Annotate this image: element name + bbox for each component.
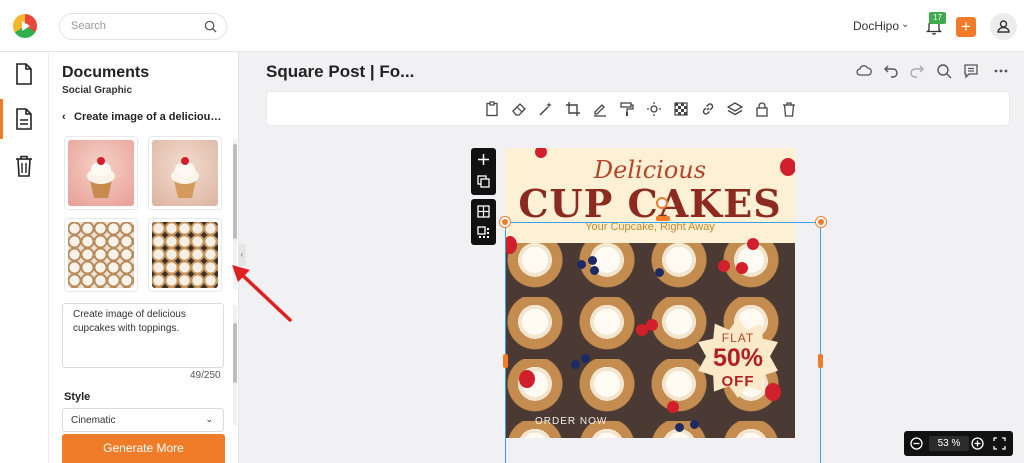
fullscreen-icon[interactable] xyxy=(993,437,1006,450)
transparency-icon[interactable] xyxy=(673,101,689,117)
cupcake-grid-image xyxy=(152,222,218,288)
lock-icon[interactable] xyxy=(754,101,770,117)
prompt-textarea[interactable]: Create image of delicious cupcakes with … xyxy=(62,303,224,368)
canvas-script-text[interactable]: Delicious xyxy=(505,156,795,184)
duplicate-page-icon[interactable] xyxy=(477,175,490,188)
style-select[interactable]: Cinematic ⌄ xyxy=(62,408,224,432)
zoom-in-icon[interactable] xyxy=(971,437,984,450)
cloud-save-icon[interactable] xyxy=(856,63,872,79)
chevron-down-icon: ⌄ xyxy=(205,414,213,424)
file-icon xyxy=(16,63,32,85)
edit-toolbar xyxy=(266,91,1010,126)
panel-title: Documents xyxy=(62,64,150,81)
redo-icon[interactable] xyxy=(909,63,925,79)
canvas-headline[interactable]: CUP CAKES xyxy=(505,181,795,226)
crop-icon[interactable] xyxy=(565,101,581,117)
avatar[interactable] xyxy=(990,13,1017,40)
rail-item-trash[interactable] xyxy=(0,146,49,186)
search-icon[interactable] xyxy=(936,63,952,79)
style-value: Cinematic xyxy=(71,415,116,426)
resize-handle-top-left[interactable] xyxy=(500,217,510,227)
add-page-icon[interactable] xyxy=(477,153,490,166)
resize-handle-right[interactable] xyxy=(818,354,823,368)
zoom-out-icon[interactable] xyxy=(910,437,923,450)
trash-icon[interactable] xyxy=(781,101,797,117)
generated-image-2[interactable] xyxy=(148,136,222,210)
grid-icon[interactable] xyxy=(477,205,490,218)
more-icon[interactable] xyxy=(993,63,1009,79)
document-title[interactable]: Square Post | Fo... xyxy=(266,62,414,82)
search-box[interactable] xyxy=(59,13,227,40)
link-icon[interactable] xyxy=(700,101,716,117)
cupcake-image xyxy=(152,140,218,206)
back-link-label: Create image of a delicious cupcakes xyxy=(74,111,227,123)
chevron-left-icon: ‹ xyxy=(62,111,66,123)
search-icon[interactable] xyxy=(204,20,217,33)
chevron-down-icon[interactable]: ⌄ xyxy=(901,19,909,30)
notification-badge: 17 xyxy=(929,12,946,24)
comment-icon[interactable] xyxy=(963,63,979,79)
strawberry-icon xyxy=(780,158,795,176)
zoom-value: 53 xyxy=(937,438,949,449)
zoom-control: 53 % xyxy=(904,431,1013,456)
zoom-level[interactable]: 53 % xyxy=(929,436,969,451)
panel-subtitle: Social Graphic xyxy=(62,85,133,96)
magic-wand-icon[interactable] xyxy=(538,101,554,117)
character-counter: 49/250 xyxy=(190,370,221,381)
brightness-icon[interactable] xyxy=(646,101,662,117)
create-button[interactable]: + xyxy=(956,17,976,37)
trash-icon xyxy=(16,155,32,177)
annotation-arrow-icon xyxy=(232,265,292,322)
document-icon xyxy=(16,108,32,130)
eraser-icon[interactable] xyxy=(511,101,527,117)
selection-frame xyxy=(505,222,821,463)
cupcake-grid-image xyxy=(68,222,134,288)
workspace-switcher[interactable]: DocHipo xyxy=(853,19,899,33)
arrange-icon[interactable] xyxy=(477,226,490,239)
paint-roller-icon[interactable] xyxy=(619,101,635,117)
page-tools xyxy=(471,148,496,195)
resize-handle-left[interactable] xyxy=(503,354,508,368)
style-label: Style xyxy=(64,391,91,403)
generated-image-1[interactable] xyxy=(64,136,138,210)
undo-icon[interactable] xyxy=(883,63,899,79)
search-input[interactable] xyxy=(71,20,201,32)
grid-tools xyxy=(471,199,496,245)
icon-rail xyxy=(0,52,49,463)
user-icon xyxy=(997,20,1010,33)
layers-icon[interactable] xyxy=(727,101,743,117)
rail-item-new[interactable] xyxy=(0,54,49,94)
app-logo-icon[interactable] xyxy=(13,14,37,38)
pen-icon[interactable] xyxy=(592,101,608,117)
resize-handle-top-right[interactable] xyxy=(816,217,826,227)
cupcake-image xyxy=(68,140,134,206)
top-bar: DocHipo ⌄ 17 + xyxy=(0,0,1024,52)
rail-item-documents[interactable] xyxy=(0,99,49,139)
back-link[interactable]: ‹ Create image of a delicious cupcakes xyxy=(62,111,227,123)
generated-image-3[interactable] xyxy=(64,218,138,292)
resize-handle-top[interactable] xyxy=(656,216,670,221)
generate-more-button[interactable]: Generate More xyxy=(62,434,225,463)
clipboard-icon[interactable] xyxy=(484,101,500,117)
zoom-unit: % xyxy=(951,438,961,449)
generated-image-4[interactable] xyxy=(148,218,222,292)
rotate-handle[interactable] xyxy=(656,197,668,209)
